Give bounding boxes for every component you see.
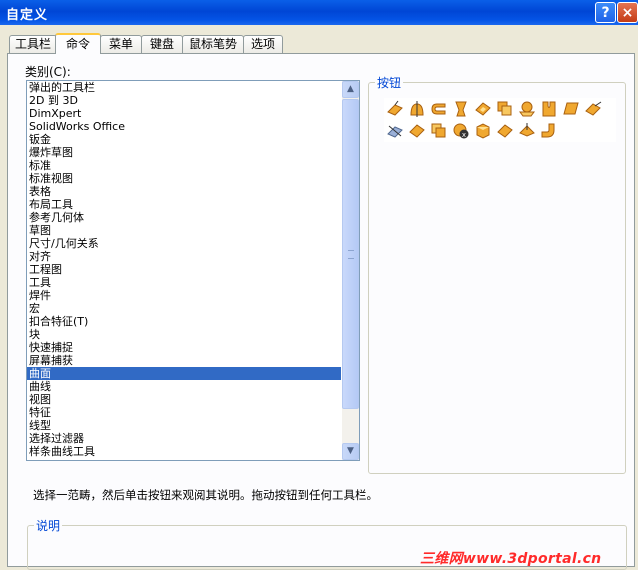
category-item[interactable]: 扣合特征(T) <box>27 315 341 328</box>
fill-surface-icon[interactable] <box>430 122 448 140</box>
extend-surface-icon[interactable] <box>584 100 602 118</box>
tab-options[interactable]: 选项 <box>243 35 283 53</box>
scroll-up-button[interactable]: ▲ <box>342 81 359 98</box>
revolved-surface-icon[interactable] <box>408 100 426 118</box>
delete-face-icon[interactable]: x <box>452 122 470 140</box>
category-item[interactable]: 布局工具 <box>27 198 341 211</box>
category-item[interactable]: 快速捕捉 <box>27 341 341 354</box>
category-item[interactable]: 尺寸/几何关系 <box>27 237 341 250</box>
category-item[interactable]: 屏幕捕获 <box>27 354 341 367</box>
svg-text:x: x <box>462 131 466 139</box>
category-scrollbar[interactable]: ▲ ▼ <box>342 81 359 460</box>
category-item[interactable]: 线型 <box>27 419 341 432</box>
buttons-group-legend: 按钮 <box>375 74 404 91</box>
category-item[interactable]: SolidWorks Office <box>27 120 341 133</box>
window-title: 自定义 <box>6 8 49 23</box>
category-listbox[interactable]: 弹出的工具栏 2D 到 3D DimXpert SolidWorks Office 钣金… <box>26 80 360 461</box>
category-item[interactable]: 2D 到 3D <box>27 94 341 107</box>
untrim-surface-icon[interactable] <box>408 122 426 140</box>
category-item[interactable]: DimXpert <box>27 107 341 120</box>
description-legend: 说明 <box>34 517 63 534</box>
knit-surface-icon[interactable] <box>540 100 558 118</box>
replace-face-icon[interactable] <box>474 122 492 140</box>
category-item[interactable]: 曲面 <box>27 367 341 380</box>
mid-surface-icon[interactable] <box>540 122 558 140</box>
tab-mouse-gestures[interactable]: 鼠标笔势 <box>182 35 244 53</box>
watermark: 三维网www.3dportal.cn <box>420 551 602 567</box>
thicken-icon[interactable] <box>496 122 514 140</box>
category-label: 类别(C): <box>25 65 71 79</box>
category-item[interactable]: 工具 <box>27 276 341 289</box>
close-button[interactable]: × <box>617 2 638 23</box>
category-item[interactable]: 钣金 <box>27 133 341 146</box>
trim-surface-icon[interactable] <box>386 122 404 140</box>
category-item[interactable]: 块 <box>27 328 341 341</box>
planar-surface-icon[interactable] <box>562 100 580 118</box>
title-bar: 自定义 ? × <box>0 0 638 25</box>
category-item[interactable]: 选择过滤器 <box>27 432 341 445</box>
boundary-surface-icon[interactable] <box>474 100 492 118</box>
category-item[interactable]: 视图 <box>27 393 341 406</box>
category-item[interactable]: 宏 <box>27 302 341 315</box>
scroll-down-button[interactable]: ▼ <box>342 443 359 460</box>
tab-toolbars[interactable]: 工具栏 <box>9 35 57 53</box>
offset-surface-icon[interactable] <box>496 100 514 118</box>
help-button[interactable]: ? <box>595 2 616 23</box>
category-item[interactable]: 标准视图 <box>27 172 341 185</box>
category-item[interactable]: 曲线 <box>27 380 341 393</box>
category-item[interactable]: 表格 <box>27 185 341 198</box>
category-item[interactable]: 参考几何体 <box>27 211 341 224</box>
command-buttons-area: x <box>384 98 616 142</box>
category-item[interactable]: 爆炸草图 <box>27 146 341 159</box>
category-item[interactable]: 弹出的工具栏 <box>27 81 341 94</box>
lofted-surface-icon[interactable] <box>452 100 470 118</box>
category-item[interactable]: 草图 <box>27 224 341 237</box>
category-item[interactable]: 样条曲线工具 <box>27 445 341 458</box>
category-item[interactable]: 特征 <box>27 406 341 419</box>
category-item[interactable]: 焊件 <box>27 289 341 302</box>
tab-keyboard[interactable]: 键盘 <box>141 35 183 53</box>
tab-commands[interactable]: 命令 <box>55 33 101 54</box>
category-item[interactable]: 对齐 <box>27 250 341 263</box>
scroll-thumb[interactable] <box>342 99 359 409</box>
hint-text: 选择一范畴，然后单击按钮来观阅其说明。拖动按钮到任何工具栏。 <box>33 488 378 502</box>
category-item[interactable]: 工程图 <box>27 263 341 276</box>
category-item[interactable]: 标准 <box>27 159 341 172</box>
tab-menus[interactable]: 菜单 <box>100 35 142 53</box>
swept-surface-icon[interactable] <box>430 100 448 118</box>
extruded-surface-icon[interactable] <box>386 100 404 118</box>
category-list: 弹出的工具栏 2D 到 3D DimXpert SolidWorks Office 钣金… <box>27 81 359 458</box>
radiated-surface-icon[interactable] <box>518 100 536 118</box>
ruled-surface-icon[interactable] <box>518 122 536 140</box>
